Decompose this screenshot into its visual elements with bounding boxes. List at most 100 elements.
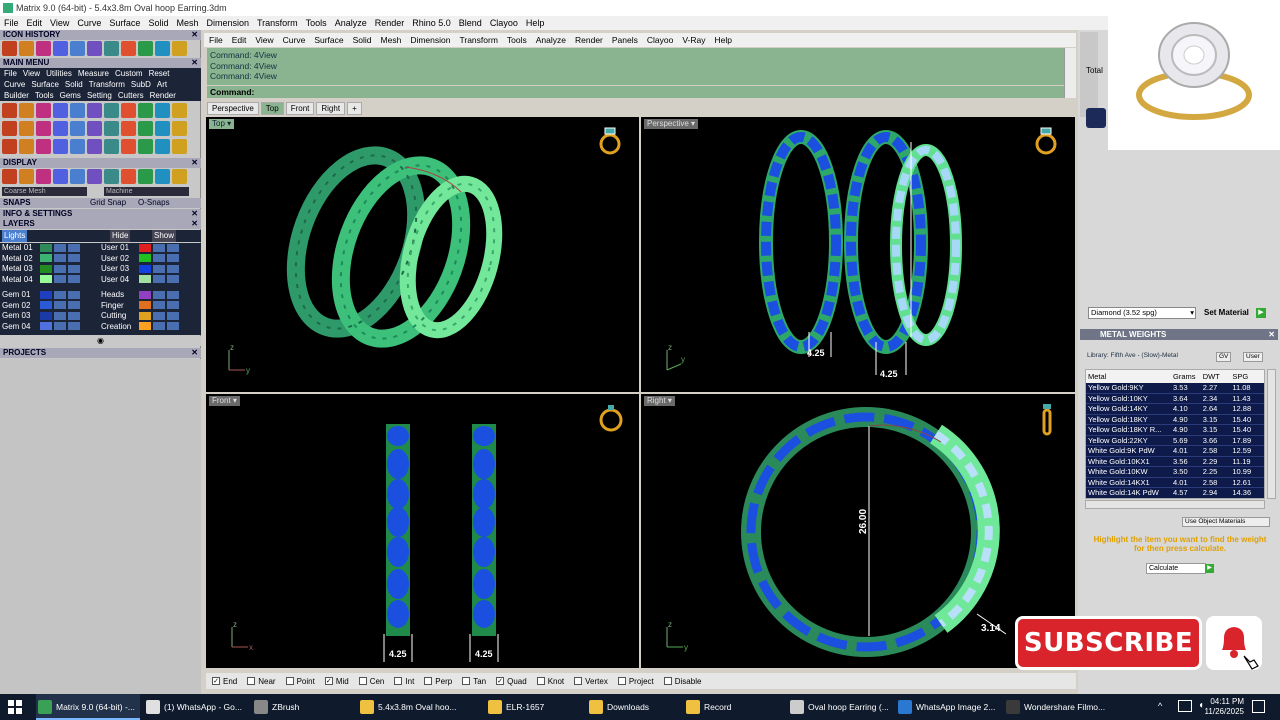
main-tool-icon[interactable] bbox=[155, 121, 170, 136]
main-tool-icon[interactable] bbox=[172, 121, 187, 136]
windows-start-icon[interactable] bbox=[8, 700, 22, 714]
main-menu-item[interactable]: Measure bbox=[78, 68, 109, 79]
osnap-vertex[interactable]: Vertex bbox=[574, 677, 608, 686]
main-tool-icon[interactable] bbox=[155, 103, 170, 118]
close-icon[interactable]: ✕ bbox=[191, 348, 198, 358]
display-tool-icon[interactable] bbox=[53, 169, 68, 184]
outer-menu-item[interactable]: Mesh bbox=[176, 16, 198, 30]
layer-visibility-icon[interactable] bbox=[153, 275, 165, 284]
osnap-int[interactable]: Int bbox=[394, 677, 414, 686]
history-tool-icon[interactable] bbox=[53, 41, 68, 56]
rhino-menu-item[interactable]: Analyze bbox=[536, 33, 566, 47]
checkbox[interactable]: ✓ bbox=[324, 677, 333, 686]
main-menu-item[interactable]: Custom bbox=[115, 68, 143, 79]
main-tool-icon[interactable] bbox=[19, 139, 34, 154]
layer-color-swatch[interactable] bbox=[139, 290, 151, 299]
history-tool-icon[interactable] bbox=[2, 41, 17, 56]
rhino-menu-item[interactable]: Solid bbox=[353, 33, 372, 47]
main-tool-icon[interactable] bbox=[172, 103, 187, 118]
rhino-menu-item[interactable]: Dimension bbox=[410, 33, 450, 47]
calculate-button[interactable]: Calculate bbox=[1146, 563, 1206, 574]
close-icon[interactable]: ✕ bbox=[191, 219, 198, 229]
rhino-menu-item[interactable]: Clayoo bbox=[647, 33, 673, 47]
main-menu-header[interactable]: MAIN MENU ✕ bbox=[0, 58, 201, 68]
outer-menu-item[interactable]: Dimension bbox=[206, 16, 249, 30]
table-row[interactable]: Yellow Gold:18KY R... 4.90 3.15 15.40 bbox=[1086, 425, 1264, 436]
icon-history-header[interactable]: ICON HISTORY ✕ bbox=[0, 30, 201, 40]
taskbar-item[interactable]: Oval hoop Earring (... bbox=[788, 694, 892, 720]
column-header[interactable]: DWT bbox=[1201, 370, 1231, 383]
play-icon[interactable]: ▶ bbox=[1256, 308, 1266, 318]
layer-visibility-icon[interactable] bbox=[54, 290, 66, 299]
display-mode-select[interactable]: Machine bbox=[104, 187, 189, 196]
lights-button[interactable]: Lights bbox=[2, 230, 28, 242]
tab-right[interactable]: Right bbox=[316, 102, 346, 115]
layer-color-swatch[interactable] bbox=[40, 311, 52, 320]
outer-menu-item[interactable]: Help bbox=[526, 16, 545, 30]
display-tool-icon[interactable] bbox=[172, 169, 187, 184]
use-object-materials-button[interactable]: Use Object Materials bbox=[1182, 517, 1270, 527]
display-tool-icon[interactable] bbox=[104, 169, 119, 184]
table-row[interactable]: Yellow Gold:18KY 4.90 3.15 15.40 bbox=[1086, 414, 1264, 425]
main-menu-item[interactable]: Utilities bbox=[46, 68, 72, 79]
main-tool-icon[interactable] bbox=[121, 139, 136, 154]
checkbox[interactable] bbox=[394, 677, 403, 686]
layer-lock-icon[interactable] bbox=[68, 254, 80, 263]
layer-lock-icon[interactable] bbox=[167, 243, 179, 252]
osnap-perp[interactable]: Perp bbox=[424, 677, 452, 686]
subscribe-button[interactable]: SUBSCRIBE bbox=[1015, 616, 1202, 670]
column-header[interactable]: SPG bbox=[1230, 370, 1264, 383]
main-tool-icon[interactable] bbox=[70, 139, 85, 154]
layer-lock-icon[interactable] bbox=[68, 311, 80, 320]
taskbar-item[interactable]: (1) WhatsApp - Go... bbox=[144, 694, 248, 720]
main-tool-icon[interactable] bbox=[53, 139, 68, 154]
layer-lock-icon[interactable] bbox=[167, 311, 179, 320]
main-menu-item[interactable]: SubD bbox=[131, 79, 151, 90]
history-tool-icon[interactable] bbox=[36, 41, 51, 56]
info-settings-header[interactable]: INFO & SETTINGS ✕ bbox=[0, 209, 201, 219]
layer-row-left[interactable]: Gem 01 bbox=[2, 290, 97, 300]
rhino-menu-item[interactable]: V-Ray bbox=[682, 33, 705, 47]
display-tool-icon[interactable] bbox=[2, 169, 17, 184]
main-menu-item[interactable]: Cutters bbox=[118, 90, 144, 101]
layer-row-right[interactable]: User 03 bbox=[101, 264, 199, 274]
main-menu-item[interactable]: Surface bbox=[31, 79, 59, 90]
main-menu-item[interactable]: File bbox=[4, 68, 17, 79]
layer-color-swatch[interactable] bbox=[40, 264, 52, 273]
main-tool-icon[interactable] bbox=[121, 121, 136, 136]
rhino-menu-item[interactable]: Transform bbox=[459, 33, 497, 47]
checkbox[interactable] bbox=[617, 677, 626, 686]
history-tool-icon[interactable] bbox=[104, 41, 119, 56]
outer-menu-item[interactable]: File bbox=[4, 16, 19, 30]
display-mesh-select[interactable]: Coarse Mesh bbox=[2, 187, 87, 196]
taskbar-item[interactable]: Wondershare Filmo... bbox=[1004, 694, 1114, 720]
main-tool-icon[interactable] bbox=[36, 121, 51, 136]
display-header[interactable]: DISPLAY ✕ bbox=[0, 158, 201, 168]
rhino-menu-item[interactable]: Tools bbox=[507, 33, 527, 47]
column-header[interactable]: Grams bbox=[1171, 370, 1201, 383]
clock[interactable]: 04:11 PM 11/26/2025 bbox=[1202, 697, 1244, 717]
projects-header[interactable]: PROJECTS ✕ bbox=[0, 348, 201, 358]
main-menu-item[interactable]: Solid bbox=[65, 79, 83, 90]
layer-visibility-icon[interactable] bbox=[153, 301, 165, 310]
ring-gumball-icon[interactable] bbox=[599, 402, 623, 432]
taskbar-item[interactable]: ZBrush bbox=[252, 694, 354, 720]
main-tool-icon[interactable] bbox=[19, 121, 34, 136]
layer-color-swatch[interactable] bbox=[139, 264, 151, 273]
layer-visibility-icon[interactable] bbox=[54, 243, 66, 252]
layer-row-right[interactable]: Heads bbox=[101, 290, 199, 300]
display-tool-icon[interactable] bbox=[138, 169, 153, 184]
outer-menu-item[interactable]: Solid bbox=[148, 16, 168, 30]
layer-color-swatch[interactable] bbox=[139, 301, 151, 310]
table-row[interactable]: Yellow Gold:22KY 5.69 3.66 17.89 bbox=[1086, 435, 1264, 446]
taskbar-item[interactable]: Matrix 9.0 (64-bit) -... bbox=[36, 694, 140, 720]
grid-snap-toggle[interactable]: Grid Snap bbox=[90, 198, 126, 208]
main-tool-icon[interactable] bbox=[2, 103, 17, 118]
main-tool-icon[interactable] bbox=[36, 103, 51, 118]
viewport-front[interactable]: Front ▾ 4.25 4.25 zx bbox=[206, 394, 639, 668]
rhino-menu-item[interactable]: Edit bbox=[232, 33, 247, 47]
tab-front[interactable]: Front bbox=[285, 102, 315, 115]
checkbox[interactable] bbox=[285, 677, 294, 686]
main-menu-item[interactable]: Art bbox=[157, 79, 167, 90]
display-tool-icon[interactable] bbox=[70, 169, 85, 184]
